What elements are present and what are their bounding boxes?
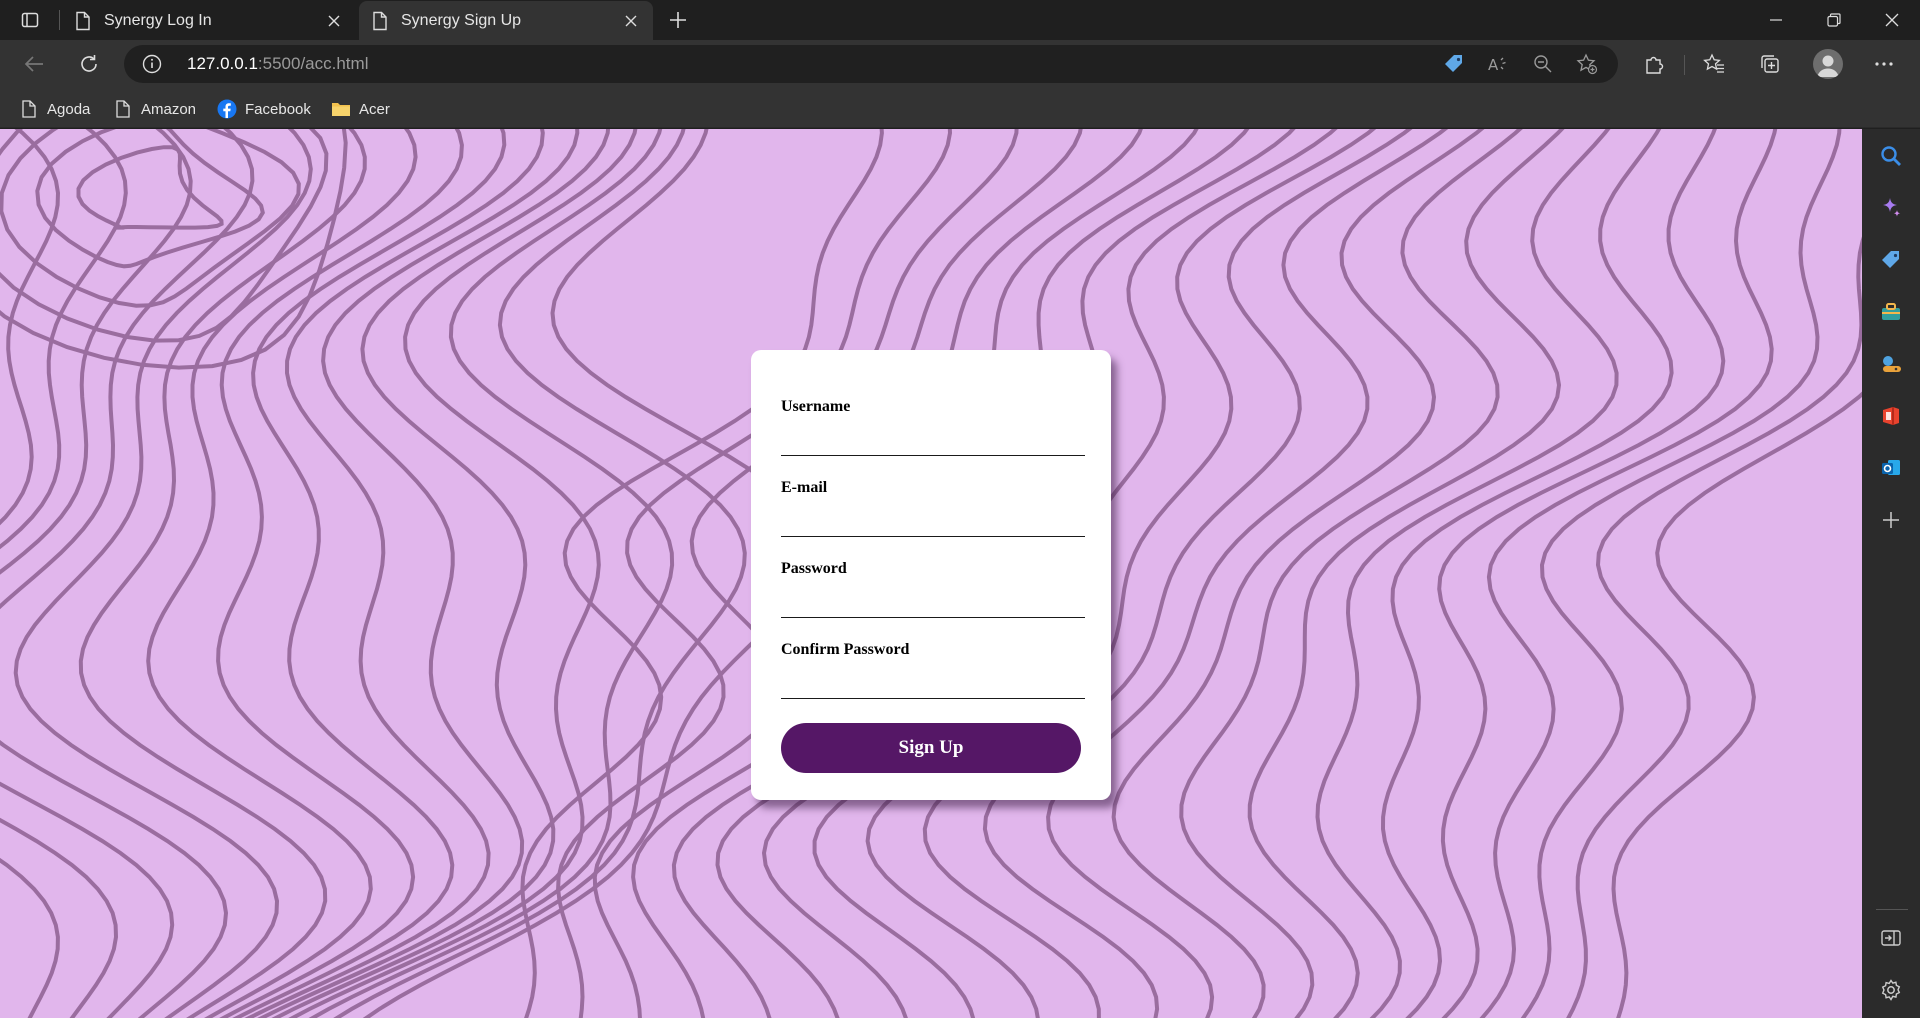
- sidebar-outlook-icon[interactable]: [1878, 455, 1904, 481]
- page-icon: [373, 11, 387, 30]
- refresh-icon: [81, 55, 97, 72]
- profile-avatar[interactable]: [1813, 49, 1843, 79]
- back-button[interactable]: [16, 47, 52, 81]
- sidebar-add-icon[interactable]: [1878, 507, 1904, 533]
- contour-line: [1380, 129, 1674, 1018]
- tab-strip: Synergy Log In Synergy Sign Up: [0, 0, 1920, 40]
- username-input[interactable]: [781, 430, 1085, 456]
- bookmark-agoda[interactable]: Agoda: [19, 96, 90, 122]
- bookmark-folder-acer[interactable]: Acer: [331, 96, 390, 122]
- sidebar-split-screen-icon[interactable]: [1878, 925, 1904, 951]
- sidebar-copilot-icon[interactable]: [1878, 195, 1904, 221]
- sidebar-divider: [1876, 909, 1908, 910]
- favorites-button[interactable]: [1696, 47, 1732, 81]
- contour-line: [1520, 129, 1842, 1018]
- tab-title: Synergy Sign Up: [401, 11, 522, 29]
- user-icon: [1817, 55, 1839, 77]
- signup-card: Username E-mail Password Confirm Passwor…: [751, 350, 1111, 800]
- site-info-icon[interactable]: [142, 54, 162, 74]
- contour-line: [1479, 129, 1778, 1018]
- confirm-password-input[interactable]: [781, 673, 1085, 699]
- password-label: Password: [781, 560, 847, 577]
- bookmark-facebook[interactable]: Facebook: [217, 96, 311, 122]
- url-text[interactable]: 127.0.0.1:5500/acc.html: [187, 54, 368, 74]
- contour-line: [0, 129, 61, 1018]
- close-icon: [1885, 13, 1899, 27]
- email-label: E-mail: [781, 479, 828, 496]
- tab-separator: [59, 10, 60, 30]
- bookmark-label: Agoda: [47, 100, 91, 118]
- edge-sidebar: [1862, 129, 1920, 1018]
- settings-and-more-button[interactable]: [1866, 47, 1902, 81]
- tab-title: Synergy Log In: [104, 11, 212, 29]
- password-input[interactable]: [781, 592, 1085, 618]
- tab-actions-button[interactable]: [14, 6, 46, 34]
- sidebar-search-icon[interactable]: [1878, 143, 1904, 169]
- contour-line: [146, 129, 418, 1018]
- collections-button[interactable]: [1752, 47, 1788, 81]
- tab-actions-icon: [21, 12, 39, 28]
- page-icon: [113, 99, 133, 119]
- back-arrow-icon: [24, 56, 43, 72]
- minimize-icon: [1770, 19, 1782, 21]
- contour-line: [1179, 129, 1523, 1018]
- email-field-group: E-mail: [781, 479, 1085, 537]
- contour-line: [232, 129, 507, 1018]
- plus-icon: [670, 12, 686, 28]
- navigation-toolbar: 127.0.0.1:5500/acc.html A: [0, 40, 1920, 88]
- new-tab-button[interactable]: [662, 6, 694, 34]
- url-host: 127.0.0.1: [187, 54, 258, 73]
- svg-text:A: A: [1488, 56, 1499, 74]
- toolbar-divider: [1684, 55, 1685, 75]
- contour-line: [13, 129, 313, 1018]
- password-field-group: Password: [781, 560, 1085, 618]
- shopping-tag-icon[interactable]: [1442, 53, 1466, 75]
- bookmark-label: Facebook: [245, 100, 311, 118]
- username-label: Username: [781, 398, 851, 415]
- bookmark-label: Amazon: [141, 100, 197, 118]
- bookmark-label: Acer: [359, 100, 390, 118]
- tab-synergy-sign-up[interactable]: Synergy Sign Up: [359, 1, 653, 40]
- restore-button[interactable]: [1806, 0, 1862, 40]
- puzzle-icon: [1646, 56, 1664, 74]
- add-favorite-icon[interactable]: [1575, 53, 1599, 75]
- contour-line: [244, 129, 545, 1018]
- refresh-button[interactable]: [71, 47, 107, 81]
- page-viewport: Username E-mail Password Confirm Passwor…: [0, 129, 1862, 1018]
- contour-line: [271, 129, 611, 1018]
- sidebar-office-icon[interactable]: [1878, 403, 1904, 429]
- email-input[interactable]: [781, 511, 1085, 537]
- confirm-password-field-group: Confirm Password: [781, 641, 1085, 699]
- bookmark-amazon[interactable]: Amazon: [113, 96, 196, 122]
- collections-icon: [1761, 55, 1779, 73]
- sidebar-shopping-tag-icon[interactable]: [1878, 247, 1904, 273]
- zoom-out-icon[interactable]: [1531, 53, 1555, 75]
- page-icon: [76, 11, 90, 30]
- sign-up-button[interactable]: Sign Up: [781, 723, 1081, 773]
- folder-icon: [331, 99, 351, 119]
- url-path: :5500/acc.html: [257, 54, 369, 73]
- sidebar-tools-icon[interactable]: [1878, 299, 1904, 325]
- restore-icon: [1827, 13, 1841, 27]
- contour-line: [1247, 129, 1565, 1018]
- sidebar-settings-icon[interactable]: [1878, 977, 1904, 1003]
- read-aloud-icon[interactable]: A: [1486, 53, 1510, 75]
- extensions-button[interactable]: [1636, 47, 1672, 81]
- minimize-button[interactable]: [1748, 0, 1804, 40]
- address-bar[interactable]: 127.0.0.1:5500/acc.html A: [124, 45, 1618, 83]
- close-window-button[interactable]: [1864, 0, 1920, 40]
- close-tab-icon[interactable]: [322, 9, 346, 33]
- tab-synergy-log-in[interactable]: Synergy Log In: [62, 1, 356, 40]
- page-icon: [19, 99, 39, 119]
- more-icon: [1875, 62, 1893, 66]
- sidebar-games-icon[interactable]: [1878, 351, 1904, 377]
- bookmarks-bar: Agoda Amazon Facebook Acer: [0, 88, 1920, 128]
- facebook-icon: [217, 99, 237, 119]
- username-field-group: Username: [781, 398, 1085, 456]
- close-tab-icon[interactable]: [619, 9, 643, 33]
- favorites-icon: [1703, 53, 1724, 73]
- confirm-password-label: Confirm Password: [781, 641, 910, 658]
